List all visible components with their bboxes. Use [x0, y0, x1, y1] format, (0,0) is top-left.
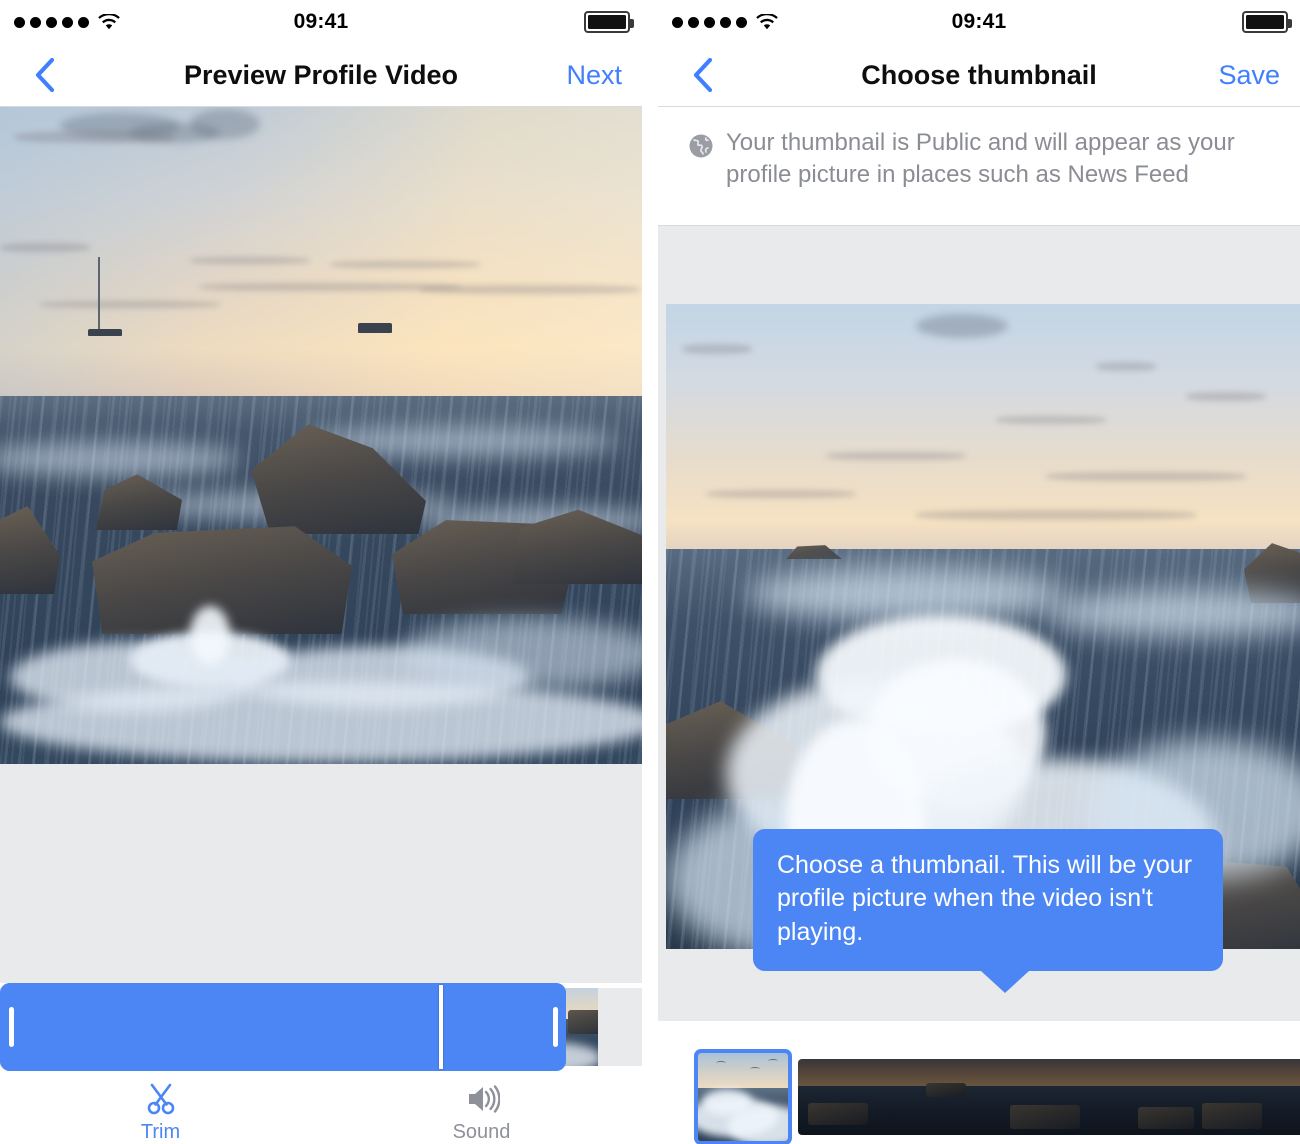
- privacy-notice: Your thumbnail is Public and will appear…: [658, 107, 1300, 225]
- sailboat-hull: [88, 329, 122, 336]
- dual-phone-screenshot: 09:41 Preview Profile Video Next Trim So…: [0, 0, 1300, 1144]
- nav-bar-right: Choose thumbnail Save: [658, 44, 1300, 106]
- tab-sound[interactable]: Sound: [321, 1071, 642, 1144]
- tab-trim-label: Trim: [140, 1121, 181, 1143]
- chevron-left-icon: [693, 58, 713, 92]
- thumbnail-frame-selected[interactable]: [694, 1049, 792, 1144]
- back-button-left[interactable]: [22, 44, 68, 106]
- left-phone-screen: 09:41 Preview Profile Video Next Trim So…: [0, 0, 642, 1144]
- trim-start-handle[interactable]: [0, 983, 22, 1071]
- save-button[interactable]: Save: [1218, 44, 1280, 106]
- page-title-left: Preview Profile Video: [183, 60, 459, 90]
- distant-boat: [358, 323, 392, 333]
- battery-full-icon: [1242, 11, 1292, 33]
- trim-end-handle[interactable]: [544, 983, 566, 1071]
- left-spacer: [0, 764, 642, 983]
- right-phone-screen: 09:41 Choose thumbnail Save Your thumbna…: [658, 0, 1300, 1144]
- privacy-notice-text: Your thumbnail is Public and will appear…: [726, 129, 1235, 188]
- sailboat-mast: [98, 257, 100, 329]
- speaker-icon: [468, 1085, 500, 1113]
- tab-sound-label: Sound: [452, 1121, 511, 1143]
- status-battery-group-right: [1242, 0, 1292, 44]
- globe-icon: [689, 134, 713, 158]
- video-sky: [0, 107, 642, 416]
- thumbnail-preview-stage: Choose a thumbnail. This will be your pr…: [658, 226, 1300, 1021]
- next-button[interactable]: Next: [566, 44, 622, 106]
- thumbnail-tooltip-text: Choose a thumbnail. This will be your pr…: [777, 851, 1193, 946]
- thumbnail-frame[interactable]: [798, 1059, 898, 1135]
- thumbnail-frame[interactable]: [898, 1059, 998, 1135]
- video-preview-left[interactable]: [0, 107, 642, 764]
- page-title-right: Choose thumbnail: [861, 60, 1097, 90]
- status-battery-group: [584, 0, 634, 44]
- status-bar-left: 09:41: [0, 0, 642, 44]
- battery-full-icon: [584, 11, 634, 33]
- thumbnail-selector-strip[interactable]: [658, 1021, 1300, 1144]
- thumbnail-frames[interactable]: [798, 1059, 1300, 1135]
- chevron-left-icon: [35, 58, 55, 92]
- video-sea: [0, 396, 642, 764]
- status-clock: 09:41: [293, 10, 349, 33]
- editor-tabbar: Trim Sound: [0, 1071, 642, 1144]
- tab-trim[interactable]: Trim: [0, 1071, 321, 1144]
- nav-bar-left: Preview Profile Video Next: [0, 44, 642, 106]
- thumbnail-frame[interactable]: [1098, 1059, 1198, 1135]
- thumbnail-tooltip[interactable]: Choose a thumbnail. This will be your pr…: [753, 829, 1223, 993]
- scissors-icon: [147, 1083, 174, 1115]
- status-clock-right: 09:41: [951, 10, 1007, 33]
- trim-selection[interactable]: [0, 983, 566, 1071]
- status-bar-right: 09:41: [658, 0, 1300, 44]
- playhead-marker[interactable]: [439, 985, 443, 1069]
- thumbnail-frame[interactable]: [998, 1059, 1098, 1135]
- trim-strip[interactable]: [0, 983, 642, 1071]
- thumbnail-sky: [666, 304, 1300, 562]
- thumbnail-frame[interactable]: [1198, 1059, 1298, 1135]
- back-button-right[interactable]: [680, 44, 726, 106]
